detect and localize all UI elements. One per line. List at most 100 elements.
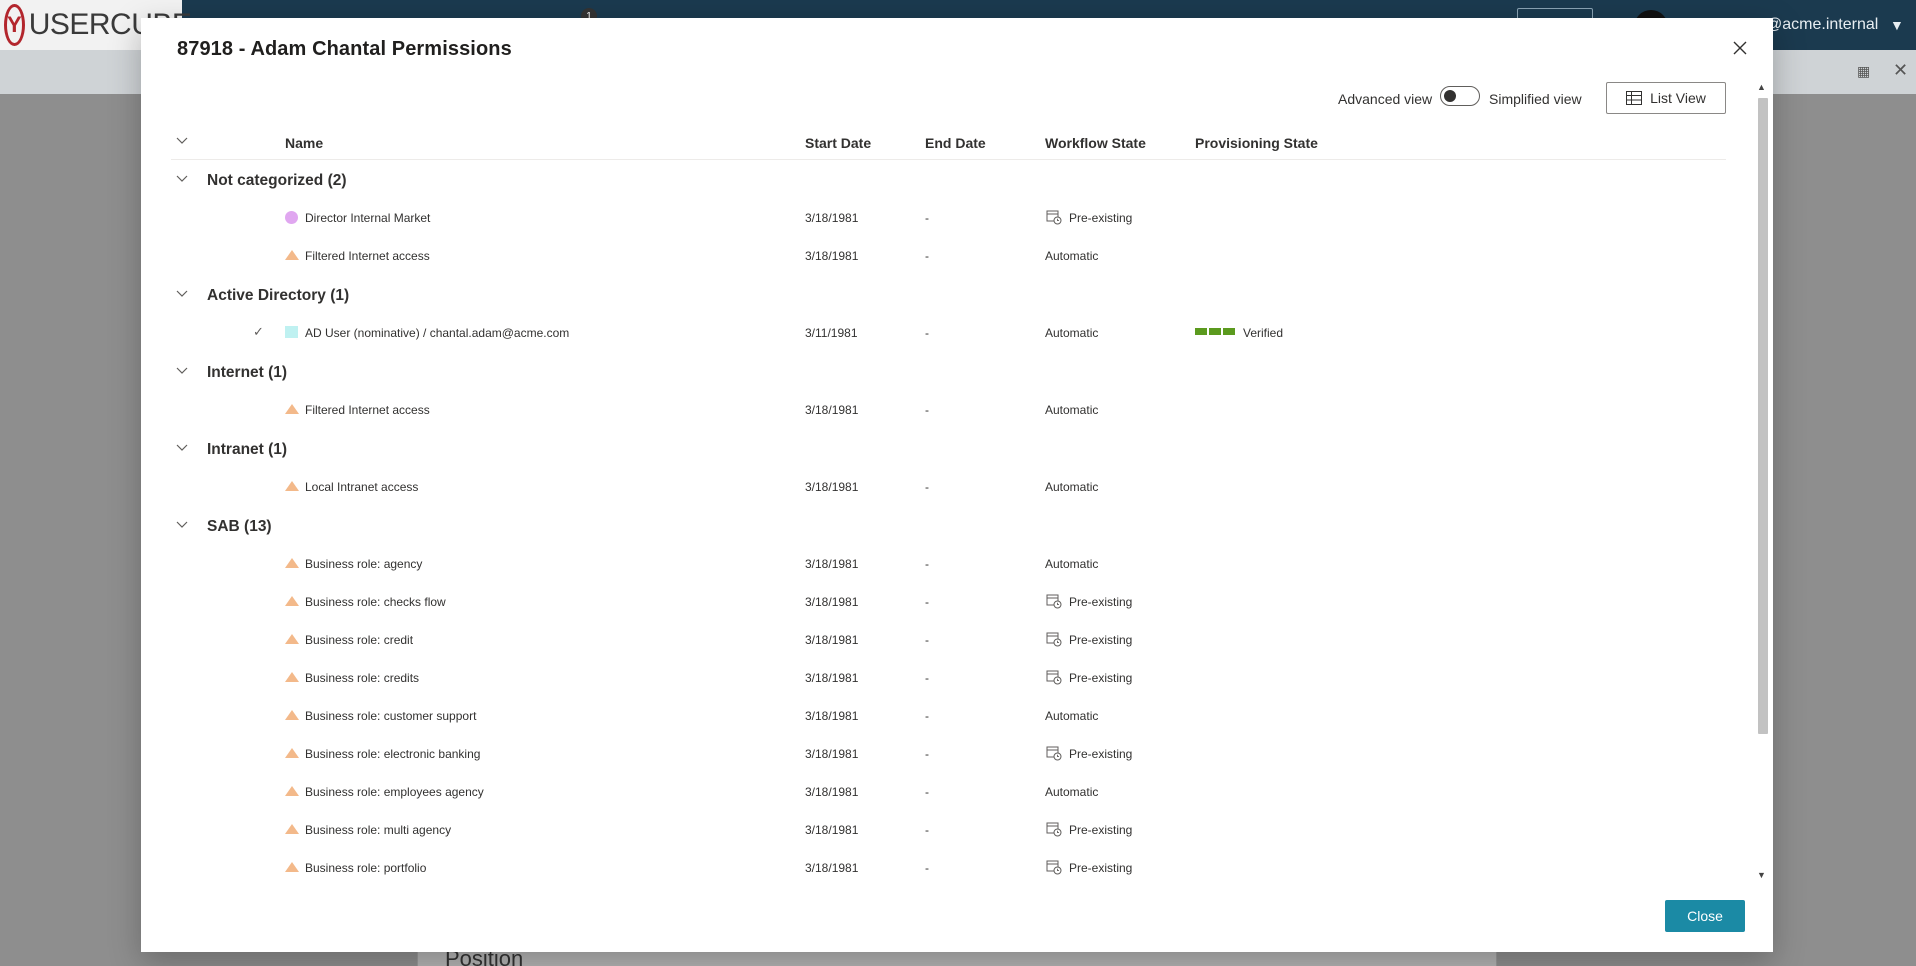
view-toolbar: Advanced view Simplified view List View — [141, 82, 1773, 116]
status-segment — [1209, 328, 1221, 335]
column-start-date[interactable]: Start Date — [805, 135, 871, 151]
table-row[interactable]: Filtered Internet access 3/18/1981 - Automa… — [171, 391, 1726, 429]
permission-name: Business role: credits — [305, 671, 420, 685]
table-icon — [1626, 91, 1643, 105]
role-triangle-icon — [285, 710, 299, 720]
scroll-down-icon[interactable]: ▼ — [1757, 870, 1766, 880]
table-row[interactable]: ✓ AD User (nominative) / chantal.adam@acm… — [171, 314, 1726, 352]
group-title: Not categorized (2) — [207, 172, 347, 189]
role-triangle-icon — [285, 481, 299, 491]
chevron-down-icon[interactable] — [176, 444, 190, 458]
table-row[interactable]: Director Internal Market 3/18/1981 - Pre-ex… — [171, 199, 1726, 237]
workflow-state: Pre-existing — [1069, 633, 1133, 647]
start-date: 3/18/1981 — [805, 823, 859, 837]
list-view-button[interactable]: List View — [1606, 82, 1726, 114]
scrollbar[interactable]: ▲ ▼ — [1755, 82, 1769, 880]
list-view-label: List View — [1650, 90, 1706, 106]
group-header[interactable]: Intranet (1) — [171, 429, 1726, 468]
start-date: 3/18/1981 — [805, 480, 859, 494]
group-header[interactable]: Internet (1) — [171, 352, 1726, 391]
permissions-table: Name Start Date End Date Workflow State … — [171, 126, 1726, 887]
user-name: @acme.internal — [1766, 16, 1879, 33]
simplified-view-label: Simplified view — [1489, 91, 1582, 107]
provisioning-state: Verified — [1243, 326, 1284, 340]
start-date: 3/18/1981 — [805, 211, 859, 225]
start-date: 3/18/1981 — [805, 595, 859, 609]
end-date: - — [925, 595, 929, 609]
role-triangle-icon — [285, 786, 299, 796]
workflow-state: Automatic — [1045, 403, 1099, 417]
start-date: 3/18/1981 — [805, 671, 859, 685]
chevron-down-icon[interactable] — [176, 367, 190, 381]
role-triangle-icon — [285, 672, 299, 682]
group-header[interactable]: SAB (13) — [171, 506, 1726, 545]
account-square-icon — [285, 326, 298, 338]
toggle-knob — [1444, 90, 1456, 102]
collapse-all-chevron-icon[interactable] — [176, 137, 190, 151]
role-triangle-icon — [285, 634, 299, 644]
end-date: - — [925, 557, 929, 571]
role-triangle-icon — [285, 824, 299, 834]
permission-name: Filtered Internet access — [305, 403, 430, 417]
scroll-up-icon[interactable]: ▲ — [1757, 82, 1766, 92]
table-row[interactable]: Filtered Internet access 3/18/1981 - Automa… — [171, 237, 1726, 275]
column-workflow-state[interactable]: Workflow State — [1045, 135, 1146, 151]
start-date: 3/18/1981 — [805, 557, 859, 571]
table-row[interactable]: Business role: credits 3/18/1981 - Pre-exis… — [171, 659, 1726, 697]
calendar-clock-icon — [1046, 746, 1062, 761]
column-end-date[interactable]: End Date — [925, 135, 986, 151]
table-row[interactable]: Business role: customer support 3/18/1981… — [171, 697, 1726, 735]
table-row[interactable]: Business role: agency 3/18/1981 - Automatic — [171, 545, 1726, 583]
calendar-clock-icon — [1046, 670, 1062, 685]
end-date: - — [925, 785, 929, 799]
table-row[interactable]: Business role: electronic banking 3/18/19… — [171, 735, 1726, 773]
table-row[interactable]: Business role: credit 3/18/1981 - Pre-exist… — [171, 621, 1726, 659]
chevron-down-icon[interactable] — [176, 175, 190, 189]
start-date: 3/18/1981 — [805, 633, 859, 647]
table-row[interactable]: Business role: checks flow 3/18/1981 - Pre-… — [171, 583, 1726, 621]
column-provisioning-state[interactable]: Provisioning State — [1195, 135, 1318, 151]
workflow-state: Automatic — [1045, 785, 1099, 799]
permission-name: Local Intranet access — [305, 480, 419, 494]
table-header: Name Start Date End Date Workflow State … — [171, 126, 1726, 160]
workflow-state: Pre-existing — [1069, 823, 1133, 837]
group-title: Internet (1) — [207, 364, 288, 381]
status-segment — [1223, 328, 1235, 335]
role-triangle-icon — [285, 862, 299, 872]
end-date: - — [925, 633, 929, 647]
table-row[interactable]: Business role: multi agency 3/18/1981 - Pre… — [171, 811, 1726, 849]
column-name[interactable]: Name — [285, 135, 323, 151]
end-date: - — [925, 403, 929, 417]
role-triangle-icon — [285, 558, 299, 568]
chevron-down-icon[interactable] — [176, 521, 190, 535]
scrollbar-thumb[interactable] — [1758, 98, 1768, 734]
calendar-clock-icon — [1046, 210, 1062, 225]
permission-name: Business role: portfolio — [305, 861, 427, 875]
role-triangle-icon — [285, 596, 299, 606]
close-button[interactable]: Close — [1665, 900, 1745, 932]
modal-title: 87918 - Adam Chantal Permissions — [177, 38, 512, 60]
end-date: - — [925, 211, 929, 225]
chevron-down-icon[interactable] — [176, 290, 190, 304]
view-toggle[interactable] — [1440, 86, 1480, 106]
group-header[interactable]: Not categorized (2) — [171, 160, 1726, 199]
table-row[interactable]: Business role: employees agency 3/18/1981… — [171, 773, 1726, 811]
permission-name: Business role: employees agency — [305, 785, 484, 799]
group-title: Active Directory (1) — [207, 287, 350, 304]
role-triangle-icon — [285, 748, 299, 758]
permission-name: AD User (nominative) / chantal.adam@acme… — [305, 326, 570, 340]
calendar-icon: ▦ — [1857, 63, 1871, 79]
end-date: - — [925, 823, 929, 837]
close-icon[interactable] — [1726, 34, 1754, 62]
permission-name: Business role: agency — [305, 557, 423, 571]
table-row[interactable]: Local Intranet access 3/18/1981 - Automatic — [171, 468, 1726, 506]
start-date: 3/18/1981 — [805, 249, 859, 263]
calendar-clock-icon — [1046, 860, 1062, 875]
group-header[interactable]: Active Directory (1) — [171, 275, 1726, 314]
start-date: 3/18/1981 — [805, 403, 859, 417]
table-body: Not categorized (2) Director Internal Mar… — [171, 160, 1726, 887]
workflow-state: Pre-existing — [1069, 595, 1133, 609]
table-row[interactable]: Business role: portfolio 3/18/1981 - Pre-ex… — [171, 849, 1726, 887]
end-date: - — [925, 480, 929, 494]
end-date: - — [925, 671, 929, 685]
